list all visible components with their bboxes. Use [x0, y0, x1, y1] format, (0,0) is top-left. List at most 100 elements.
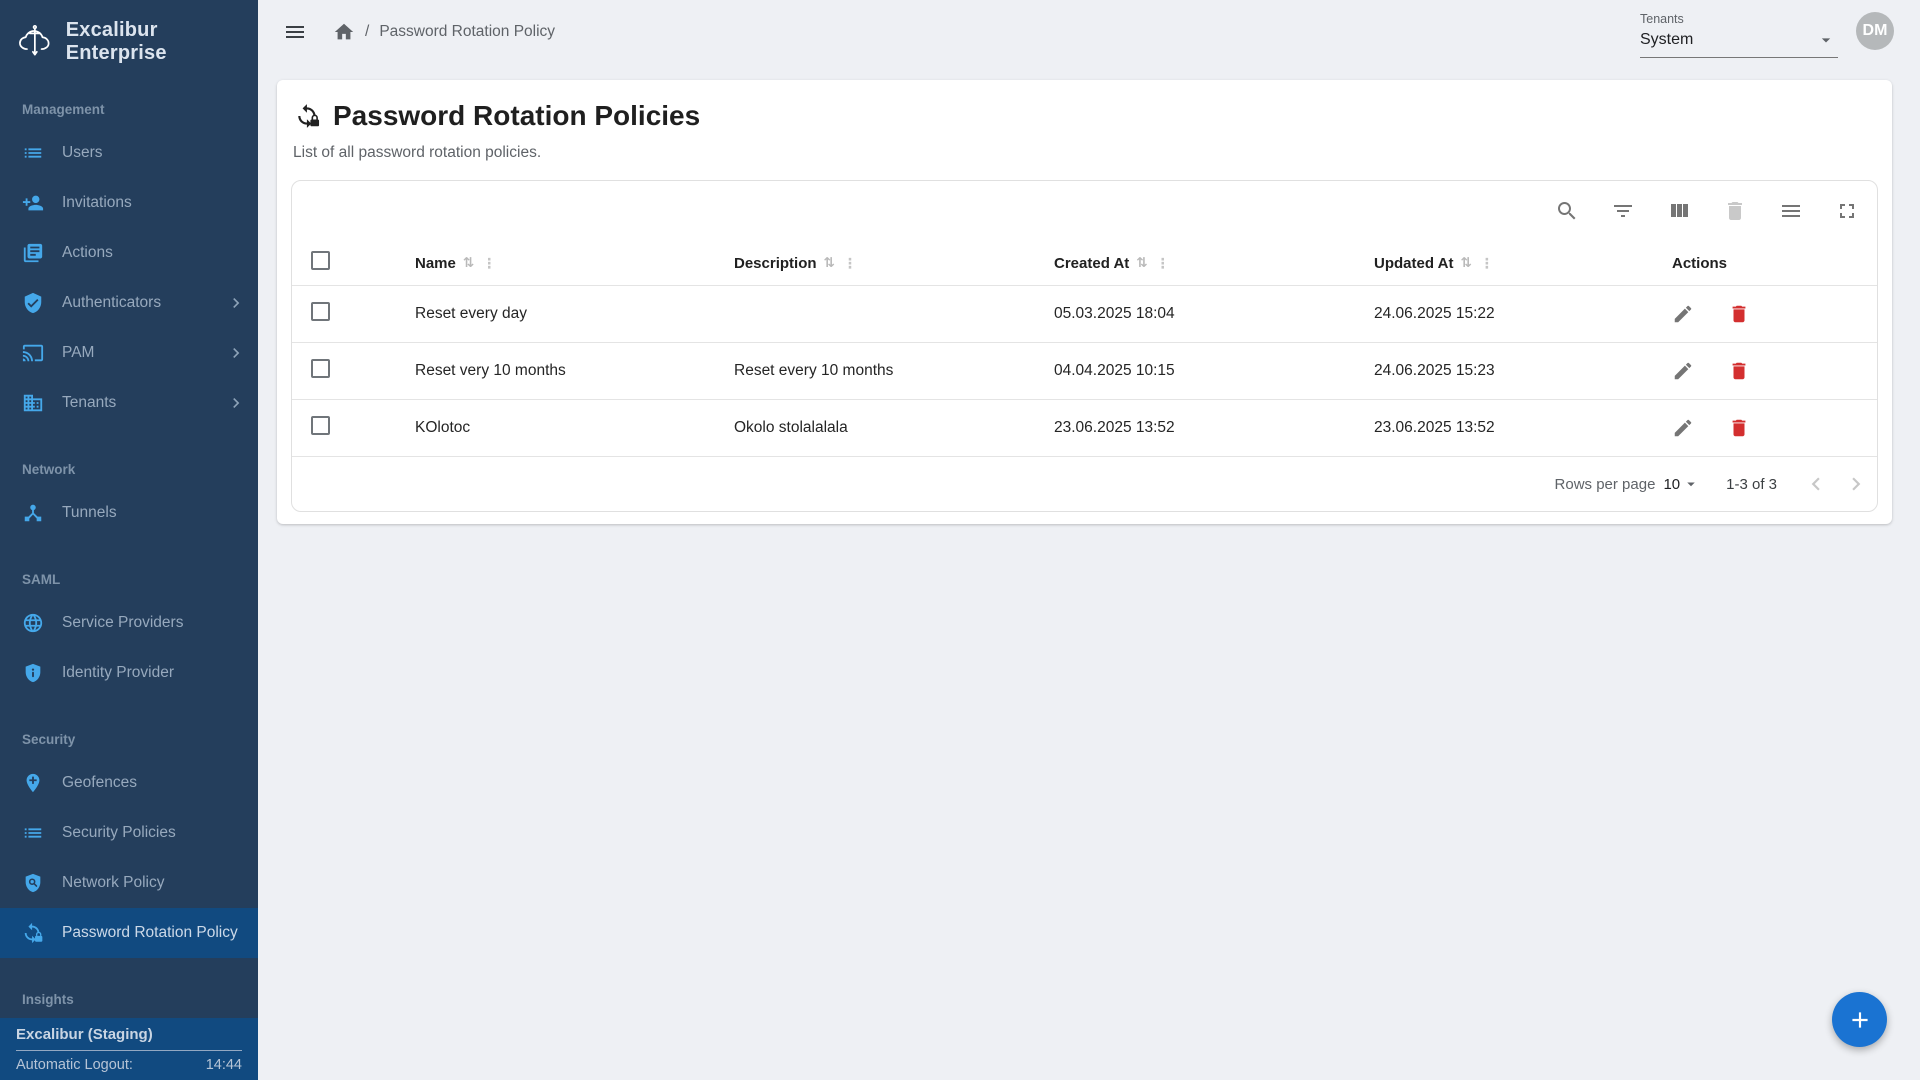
delete-button[interactable] — [1728, 417, 1750, 439]
password-rotation-policies-card: Password Rotation Policies List of all p… — [277, 80, 1892, 524]
edit-button[interactable] — [1672, 417, 1694, 439]
home-icon[interactable] — [333, 21, 355, 43]
row-checkbox[interactable] — [311, 359, 330, 378]
shield-search-icon — [22, 872, 44, 894]
sidebar-item-password-rotation-policy[interactable]: Password Rotation Policy — [0, 908, 258, 958]
column-label: Description — [734, 255, 817, 272]
cell-name: Reset very 10 months — [391, 362, 710, 380]
add-policy-fab[interactable] — [1832, 992, 1887, 1047]
view-columns-icon — [1667, 199, 1691, 223]
column-label: Name — [415, 255, 456, 272]
table-toolbar — [292, 181, 1877, 241]
cell-name: Reset every day — [391, 305, 710, 323]
policies-table: Name ⇅ ⋮ Description ⇅ ⋮ Created At ⇅ ⋮ — [291, 180, 1878, 512]
sidebar-item-invitations[interactable]: Invitations — [0, 178, 258, 228]
sidebar-item-label: Password Rotation Policy — [62, 924, 246, 942]
page-subtitle: List of all password rotation policies. — [291, 132, 1878, 180]
sidebar-footer: Excalibur (Staging) Automatic Logout: 14… — [0, 1018, 258, 1080]
fullscreen-icon — [1835, 199, 1859, 223]
density-lines-icon — [1779, 199, 1803, 223]
fullscreen-button[interactable] — [1835, 199, 1859, 223]
breadcrumb: / Password Rotation Policy — [333, 21, 555, 43]
delete-button[interactable] — [1728, 360, 1750, 382]
column-menu-icon[interactable]: ⋮ — [1156, 255, 1170, 272]
sort-icon[interactable]: ⇅ — [824, 255, 835, 271]
edit-button[interactable] — [1672, 303, 1694, 325]
filter-icon — [1611, 199, 1635, 223]
sidebar-item-users[interactable]: Users — [0, 128, 258, 178]
sidebar-item-tenants[interactable]: Tenants — [0, 378, 258, 428]
sidebar-item-security-policies[interactable]: Security Policies — [0, 808, 258, 858]
breadcrumb-separator: / — [365, 23, 369, 41]
chevron-right-icon — [226, 343, 246, 363]
page-title: Password Rotation Policies — [333, 100, 700, 132]
column-label: Actions — [1672, 255, 1727, 272]
pencil-icon — [1672, 360, 1694, 382]
columns-button[interactable] — [1667, 199, 1691, 223]
edit-button[interactable] — [1672, 360, 1694, 382]
menu-toggle-button[interactable] — [283, 20, 307, 44]
library-books-icon — [22, 242, 44, 264]
sidebar-item-tunnels[interactable]: Tunnels — [0, 488, 258, 538]
tenant-select[interactable]: Tenants System — [1640, 12, 1838, 58]
main-area: / Password Rotation Policy Tenants Syste… — [258, 0, 1920, 1080]
cell-updated-at: 24.06.2025 15:22 — [1350, 305, 1660, 323]
sidebar-item-label: Geofences — [62, 774, 246, 792]
column-header-actions: Actions — [1660, 255, 1877, 272]
sidebar-item-actions[interactable]: Actions — [0, 228, 258, 278]
shield-info-icon — [22, 662, 44, 684]
sidebar-item-pam[interactable]: PAM — [0, 328, 258, 378]
app-window: Excalibur Enterprise Management Users In… — [0, 0, 1920, 1080]
sidebar-item-network-policy[interactable]: Network Policy — [0, 858, 258, 908]
pencil-icon — [1672, 303, 1694, 325]
excalibur-cloud-sword-logo-icon — [16, 21, 54, 63]
building-icon — [22, 392, 44, 414]
column-menu-icon[interactable]: ⋮ — [1480, 255, 1494, 272]
next-page-button[interactable] — [1843, 471, 1869, 497]
column-menu-icon[interactable]: ⋮ — [482, 255, 496, 272]
brand-header: Excalibur Enterprise — [0, 0, 258, 82]
search-button[interactable] — [1555, 199, 1579, 223]
user-avatar[interactable]: DM — [1856, 12, 1894, 50]
search-icon — [1555, 199, 1579, 223]
topbar: / Password Rotation Policy Tenants Syste… — [258, 0, 1920, 64]
sidebar-item-label: PAM — [62, 344, 208, 362]
sort-icon[interactable]: ⇅ — [1136, 255, 1147, 271]
column-menu-icon[interactable]: ⋮ — [843, 255, 857, 272]
breadcrumb-current: Password Rotation Policy — [379, 23, 555, 41]
sort-icon[interactable]: ⇅ — [1460, 255, 1471, 271]
filter-button[interactable] — [1611, 199, 1635, 223]
sidebar-item-service-providers[interactable]: Service Providers — [0, 598, 258, 648]
sidebar: Excalibur Enterprise Management Users In… — [0, 0, 258, 1080]
tenant-select-label: Tenants — [1640, 12, 1838, 26]
cell-name: KOlotoc — [391, 419, 710, 437]
previous-page-button[interactable] — [1803, 471, 1829, 497]
sidebar-item-label: Identity Provider — [62, 664, 246, 682]
rows-per-page-label: Rows per page — [1555, 476, 1656, 493]
sidebar-item-authenticators[interactable]: Authenticators — [0, 278, 258, 328]
device-hub-icon — [22, 502, 44, 524]
chevron-left-icon — [1803, 471, 1829, 497]
rows-per-page-value: 10 — [1663, 476, 1680, 493]
trash-icon — [1728, 303, 1750, 325]
select-all-checkbox[interactable] — [311, 251, 330, 270]
sort-icon[interactable]: ⇅ — [463, 255, 474, 271]
column-label: Created At — [1054, 255, 1129, 272]
auto-logout-label: Automatic Logout: — [16, 1057, 133, 1074]
rows-per-page-select[interactable]: 10 — [1663, 475, 1700, 493]
dropdown-caret-icon — [1682, 475, 1700, 493]
trash-icon — [1723, 199, 1747, 223]
trash-icon — [1728, 360, 1750, 382]
sidebar-item-identity-provider[interactable]: Identity Provider — [0, 648, 258, 698]
sidebar-item-geofences[interactable]: Geofences — [0, 758, 258, 808]
bulk-delete-button[interactable] — [1723, 199, 1747, 223]
row-checkbox[interactable] — [311, 302, 330, 321]
auto-logout-timer: 14:44 — [206, 1057, 242, 1074]
hamburger-icon — [283, 20, 307, 44]
row-checkbox[interactable] — [311, 416, 330, 435]
delete-button[interactable] — [1728, 303, 1750, 325]
environment-label: Excalibur (Staging) — [16, 1026, 242, 1051]
globe-icon — [22, 612, 44, 634]
density-button[interactable] — [1779, 199, 1803, 223]
section-label-network: Network — [0, 428, 258, 488]
